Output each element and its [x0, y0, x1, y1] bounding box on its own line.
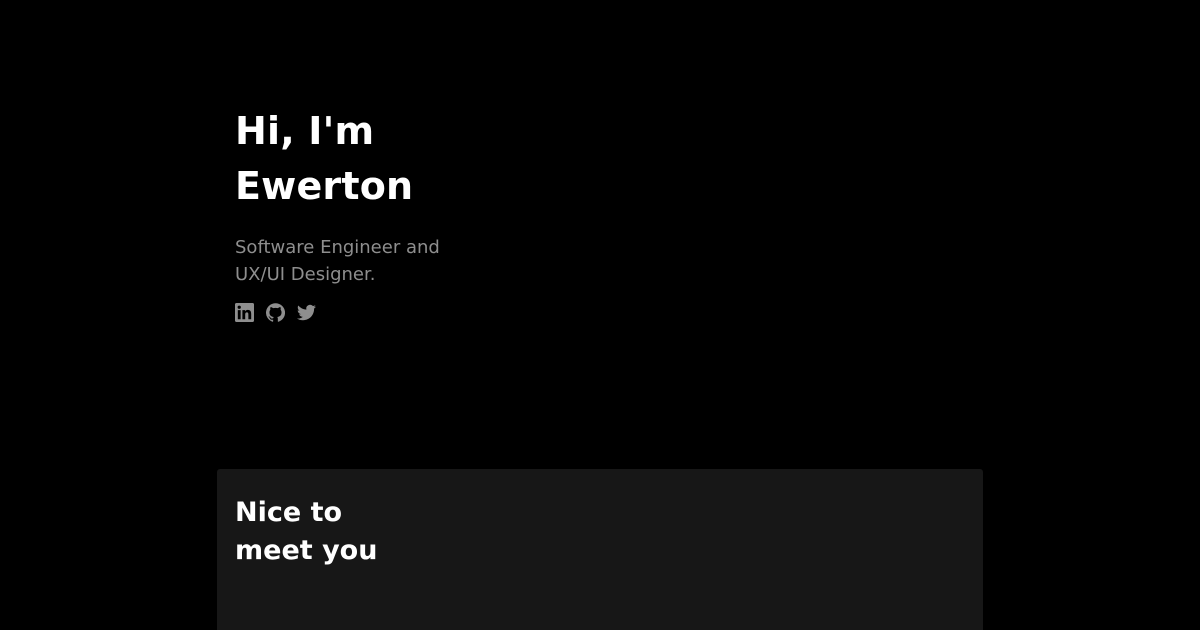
hero-title-line: Hi, I'm — [235, 109, 375, 153]
hero-subtitle: Software Engineer and UX/UI Designer. — [235, 234, 535, 288]
hero-subtitle-line: UX/UI Designer. — [235, 264, 376, 285]
hero-title: Hi, I'm Ewerton — [235, 104, 535, 214]
intro-card: Nice to meet you — [217, 469, 983, 630]
card-title-line: meet you — [235, 535, 378, 566]
github-icon — [266, 303, 285, 322]
linkedin-link[interactable] — [235, 303, 254, 322]
hero-section: Hi, I'm Ewerton Software Engineer and UX… — [235, 104, 535, 322]
hero-subtitle-line: Software Engineer and — [235, 237, 440, 258]
social-links — [235, 303, 535, 322]
hero-title-line: Ewerton — [235, 164, 414, 208]
linkedin-icon — [235, 303, 254, 322]
twitter-link[interactable] — [297, 303, 316, 322]
twitter-icon — [297, 304, 316, 321]
card-title-line: Nice to — [235, 497, 343, 528]
card-title: Nice to meet you — [235, 494, 377, 570]
github-link[interactable] — [266, 303, 285, 322]
